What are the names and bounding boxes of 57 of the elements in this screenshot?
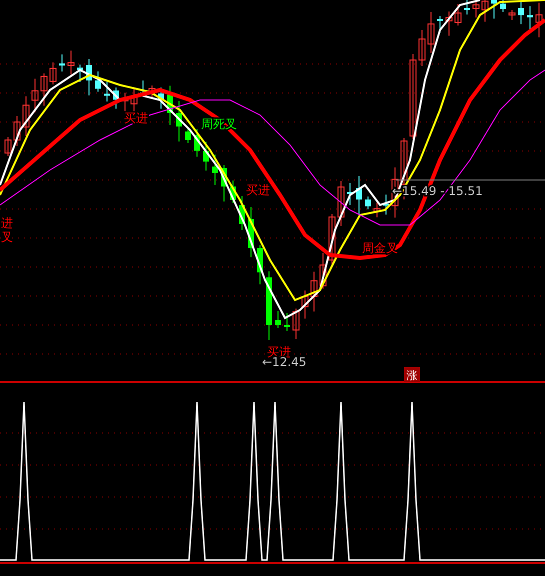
candlestick: [239, 196, 245, 230]
candlestick: [275, 310, 281, 328]
candlestick: [14, 116, 20, 146]
candlestick: [302, 290, 308, 320]
candlestick: [536, 2, 542, 38]
candlestick: [491, 0, 497, 20]
candlestick: [203, 141, 209, 172]
candlestick: [158, 87, 164, 110]
signal-label: 叉: [1, 230, 13, 244]
candlestick: [428, 11, 434, 54]
candlestick: [383, 194, 389, 216]
candlestick: [527, 6, 533, 30]
candlestick: [508, 9, 516, 20]
candlestick: [328, 214, 336, 266]
candlestick: [482, 0, 488, 22]
candlestick: [95, 70, 101, 92]
candlestick: [77, 64, 83, 83]
candlestick: [194, 128, 200, 158]
candlestick: [347, 182, 353, 206]
candlestick: [464, 0, 470, 15]
candlestick: [454, 4, 462, 26]
candlestick: [365, 196, 371, 210]
candlestick: [40, 72, 48, 106]
candlestick: [59, 54, 65, 72]
candlestick: [374, 202, 380, 218]
candlestick: [310, 271, 318, 312]
candlestick: [176, 100, 182, 142]
candlestick: [32, 78, 38, 113]
signal-label: 进: [1, 216, 13, 230]
candlestick: [4, 136, 12, 156]
candlestick: [446, 11, 452, 36]
candlestick: [284, 312, 290, 332]
candlestick: [320, 252, 326, 290]
candlestick: [50, 62, 56, 85]
candlestick: [437, 15, 443, 34]
candlestick: [248, 206, 254, 258]
candlestick: [104, 81, 110, 102]
candlestick: [356, 176, 362, 215]
candlestick: [418, 30, 426, 66]
candlestick: [68, 50, 74, 76]
candlestick: [148, 85, 156, 100]
candlestick: [338, 180, 344, 226]
candlestick: [212, 154, 218, 186]
candlestick: [221, 164, 227, 202]
candlestick: [518, 1, 524, 25]
candlestick: [113, 87, 119, 110]
signal-label: 买进: [246, 183, 270, 197]
candlestick: [22, 96, 30, 136]
candlestick: [472, 1, 480, 18]
candlestick: [266, 270, 272, 340]
candlestick: [86, 58, 92, 96]
candlestick: [185, 128, 191, 144]
candlestick: [230, 180, 236, 204]
candlestick: [122, 92, 128, 112]
candlestick: [292, 308, 300, 340]
candlestick: [500, 0, 506, 12]
rise-badge: 涨: [404, 367, 420, 382]
